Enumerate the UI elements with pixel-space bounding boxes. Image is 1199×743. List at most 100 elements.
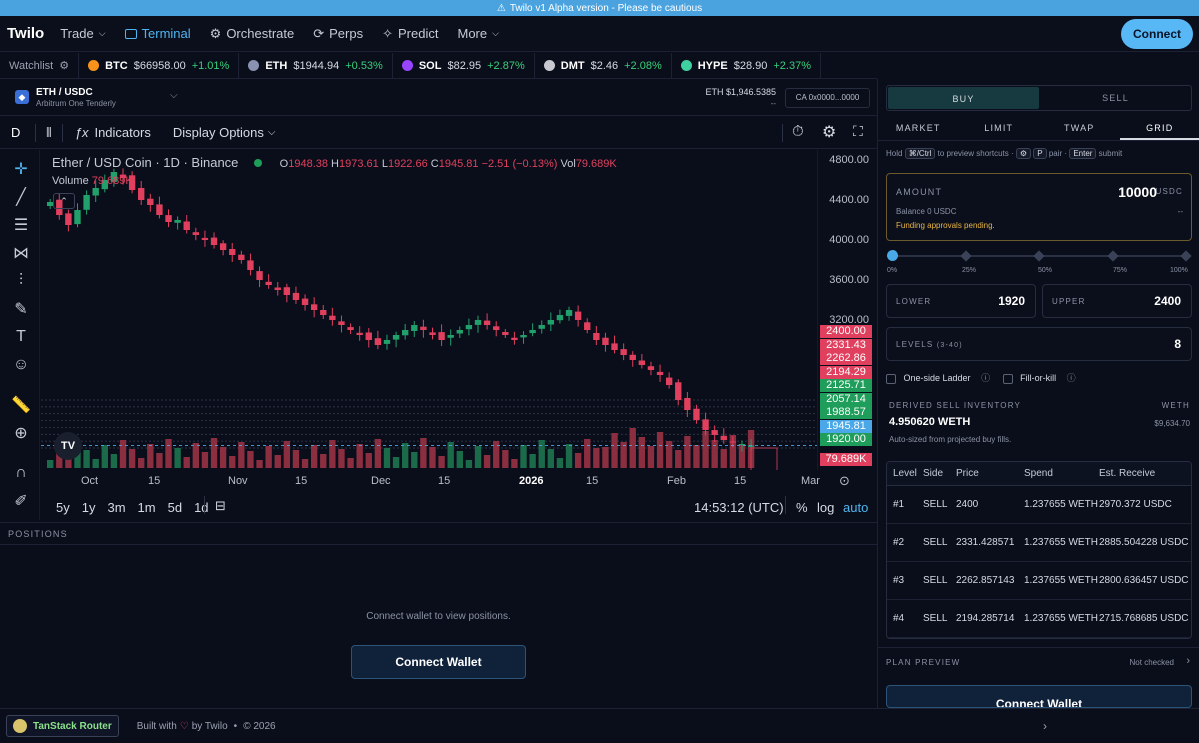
volume-bar bbox=[693, 445, 700, 468]
upper-field[interactable]: UPPER 2400 bbox=[1042, 284, 1192, 318]
settings-icon[interactable]: ⚙ bbox=[822, 122, 836, 142]
nav-orchestrate[interactable]: ⚙ Orchestrate bbox=[210, 26, 295, 42]
hint-key: ⌘/Ctrl bbox=[904, 148, 936, 159]
nav-trade[interactable]: Trade ⌵ bbox=[60, 26, 105, 41]
order-connect-wallet-button[interactable]: Connect Wallet bbox=[886, 685, 1192, 708]
upper-label: UPPER bbox=[1052, 297, 1086, 306]
slider-mark[interactable] bbox=[959, 250, 972, 262]
price-tag: 1988.57 bbox=[820, 406, 872, 419]
nav-orchestrate-label: Orchestrate bbox=[226, 26, 295, 41]
lower-field[interactable]: LOWER 1920 bbox=[886, 284, 1036, 318]
volume-bar bbox=[574, 453, 582, 468]
magnet-icon[interactable]: ∩ bbox=[10, 462, 32, 484]
amount-slider[interactable] bbox=[887, 249, 1192, 265]
range-1y[interactable]: 1y bbox=[82, 500, 96, 515]
amount-field[interactable]: AMOUNT 10000 USDC Balance 0 USDC -- Fund… bbox=[886, 173, 1192, 241]
ticker-sol[interactable]: SOL $82.95 +2.87% bbox=[393, 52, 535, 79]
levels-input[interactable]: 8 bbox=[1174, 337, 1181, 351]
pattern-icon[interactable]: ⋈ bbox=[10, 242, 32, 264]
price-axis[interactable]: 4800.00 4400.00 4000.00 3600.00 3200.00 2400… bbox=[817, 150, 877, 470]
candle-type-icon[interactable]: ⦀ bbox=[46, 125, 52, 141]
range-1m[interactable]: 1m bbox=[138, 500, 156, 515]
order-tab-grid[interactable]: GRID bbox=[1119, 117, 1199, 140]
order-tab-market[interactable]: MARKET bbox=[878, 117, 959, 140]
ruler-icon[interactable]: 📏 bbox=[10, 394, 32, 416]
order-tab-twap[interactable]: TWAP bbox=[1039, 117, 1120, 140]
info-icon[interactable]: ⓘ bbox=[981, 373, 990, 383]
info-icon[interactable]: ⓘ bbox=[1067, 373, 1076, 383]
range-5d[interactable]: 5d bbox=[168, 500, 182, 515]
ticker-dmt[interactable]: DMT $2.46 +2.08% bbox=[535, 52, 672, 79]
chevron-right-icon[interactable]: › bbox=[1043, 719, 1047, 733]
chevron-down-icon[interactable]: ⌵ bbox=[170, 90, 178, 101]
tanstack-logo-icon bbox=[13, 719, 27, 733]
contract-address[interactable]: CA 0x0000...0000 bbox=[785, 88, 870, 108]
nav-more[interactable]: More ⌵ bbox=[457, 26, 498, 41]
ticker-hype[interactable]: HYPE $28.90 +2.37% bbox=[672, 52, 821, 79]
logo[interactable]: Twilo bbox=[7, 25, 44, 42]
range-5y[interactable]: 5y bbox=[56, 500, 70, 515]
time-tick-label: 15 bbox=[148, 475, 161, 487]
fib-icon[interactable]: ☰ bbox=[10, 214, 32, 236]
tanstack-router-badge[interactable]: TanStack Router bbox=[6, 715, 119, 737]
utc-clock[interactable]: 14:53:12 (UTC) bbox=[694, 500, 784, 515]
ticker-btc[interactable]: BTC $66958.00 +1.01% bbox=[79, 52, 240, 79]
text-tool-icon[interactable]: T bbox=[10, 326, 32, 348]
upper-input[interactable]: 2400 bbox=[1154, 294, 1181, 308]
percent-toggle[interactable]: % bbox=[796, 500, 808, 515]
candle-body bbox=[392, 335, 400, 340]
time-tick-label: Mar bbox=[801, 475, 820, 487]
display-options-button[interactable]: Display Options bbox=[173, 125, 264, 140]
collapse-legend-button[interactable]: ⌃ bbox=[53, 193, 75, 209]
tradingview-logo[interactable]: TV bbox=[54, 432, 82, 460]
connect-wallet-button[interactable]: Connect Wallet bbox=[351, 645, 526, 679]
forecast-icon[interactable]: ⫶ bbox=[10, 270, 32, 292]
trendline-icon[interactable]: ╱ bbox=[10, 186, 32, 208]
nav-terminal[interactable]: Terminal bbox=[124, 26, 191, 41]
time-axis[interactable]: Oct 15 Nov 15 Dec 15 2026 15 Feb 15 Mar ⊙ bbox=[41, 470, 877, 492]
slider-mark[interactable] bbox=[1033, 250, 1045, 262]
interval-selector[interactable]: D bbox=[11, 125, 35, 140]
sell-tab[interactable]: SELL bbox=[1040, 86, 1191, 110]
alert-clock-icon[interactable]: ⏱ bbox=[792, 123, 804, 140]
range-3m[interactable]: 3m bbox=[107, 500, 125, 515]
auto-toggle[interactable]: auto bbox=[843, 500, 868, 515]
order-tab-limit[interactable]: LIMIT bbox=[959, 117, 1040, 140]
candle-body bbox=[402, 330, 409, 336]
candle-body bbox=[629, 354, 636, 360]
candle-body bbox=[456, 330, 463, 334]
lower-input[interactable]: 1920 bbox=[998, 294, 1025, 308]
brush-icon[interactable]: ✎ bbox=[10, 298, 32, 320]
one-side-ladder-checkbox[interactable] bbox=[886, 373, 896, 384]
volume-bar bbox=[383, 448, 391, 468]
zoom-in-icon[interactable]: ⊕ bbox=[10, 422, 32, 444]
amount-input[interactable]: 10000 bbox=[1118, 184, 1157, 200]
pair-name[interactable]: ETH / USDC bbox=[36, 87, 93, 98]
fill-or-kill-checkbox[interactable] bbox=[1002, 373, 1013, 384]
indicators-button[interactable]: Indicators bbox=[94, 125, 150, 140]
nav-predict[interactable]: ✧ Predict bbox=[382, 26, 438, 42]
date-range-icon[interactable]: ⊟ bbox=[215, 498, 226, 514]
candle-body bbox=[356, 332, 363, 335]
crosshair-icon[interactable]: ✛ bbox=[10, 158, 32, 180]
row-side: SELL bbox=[923, 575, 948, 586]
emoji-icon[interactable]: ☺ bbox=[10, 354, 32, 376]
slider-handle[interactable] bbox=[887, 250, 898, 261]
watchlist-toggle[interactable]: Watchlist ⚙ bbox=[0, 52, 80, 79]
table-header-cell: Level bbox=[893, 468, 917, 479]
slider-mark[interactable] bbox=[1180, 250, 1192, 262]
levels-field[interactable]: LEVELS (3-40) 8 bbox=[886, 327, 1192, 361]
axis-settings-icon[interactable]: ⊙ bbox=[839, 473, 850, 489]
ticker-eth[interactable]: ETH $1944.94 +0.53% bbox=[239, 52, 393, 79]
log-toggle[interactable]: log bbox=[817, 500, 834, 515]
slider-mark[interactable] bbox=[1106, 250, 1119, 262]
connect-button[interactable]: Connect bbox=[1121, 19, 1193, 49]
nav-perps[interactable]: ⟳ Perps bbox=[313, 26, 363, 42]
lock-drawing-icon[interactable]: ✐ bbox=[10, 490, 32, 512]
volume-bar bbox=[656, 432, 664, 468]
range-1d[interactable]: 1d bbox=[194, 500, 208, 515]
fullscreen-icon[interactable]: ⛶ bbox=[853, 123, 863, 140]
buy-tab[interactable]: BUY bbox=[888, 87, 1039, 109]
price-chart[interactable]: Ether / USD Coin · 1D · Binance O1948.38… bbox=[41, 150, 817, 506]
plan-preview-row[interactable]: PLAN PREVIEW Not checked › bbox=[878, 647, 1199, 675]
